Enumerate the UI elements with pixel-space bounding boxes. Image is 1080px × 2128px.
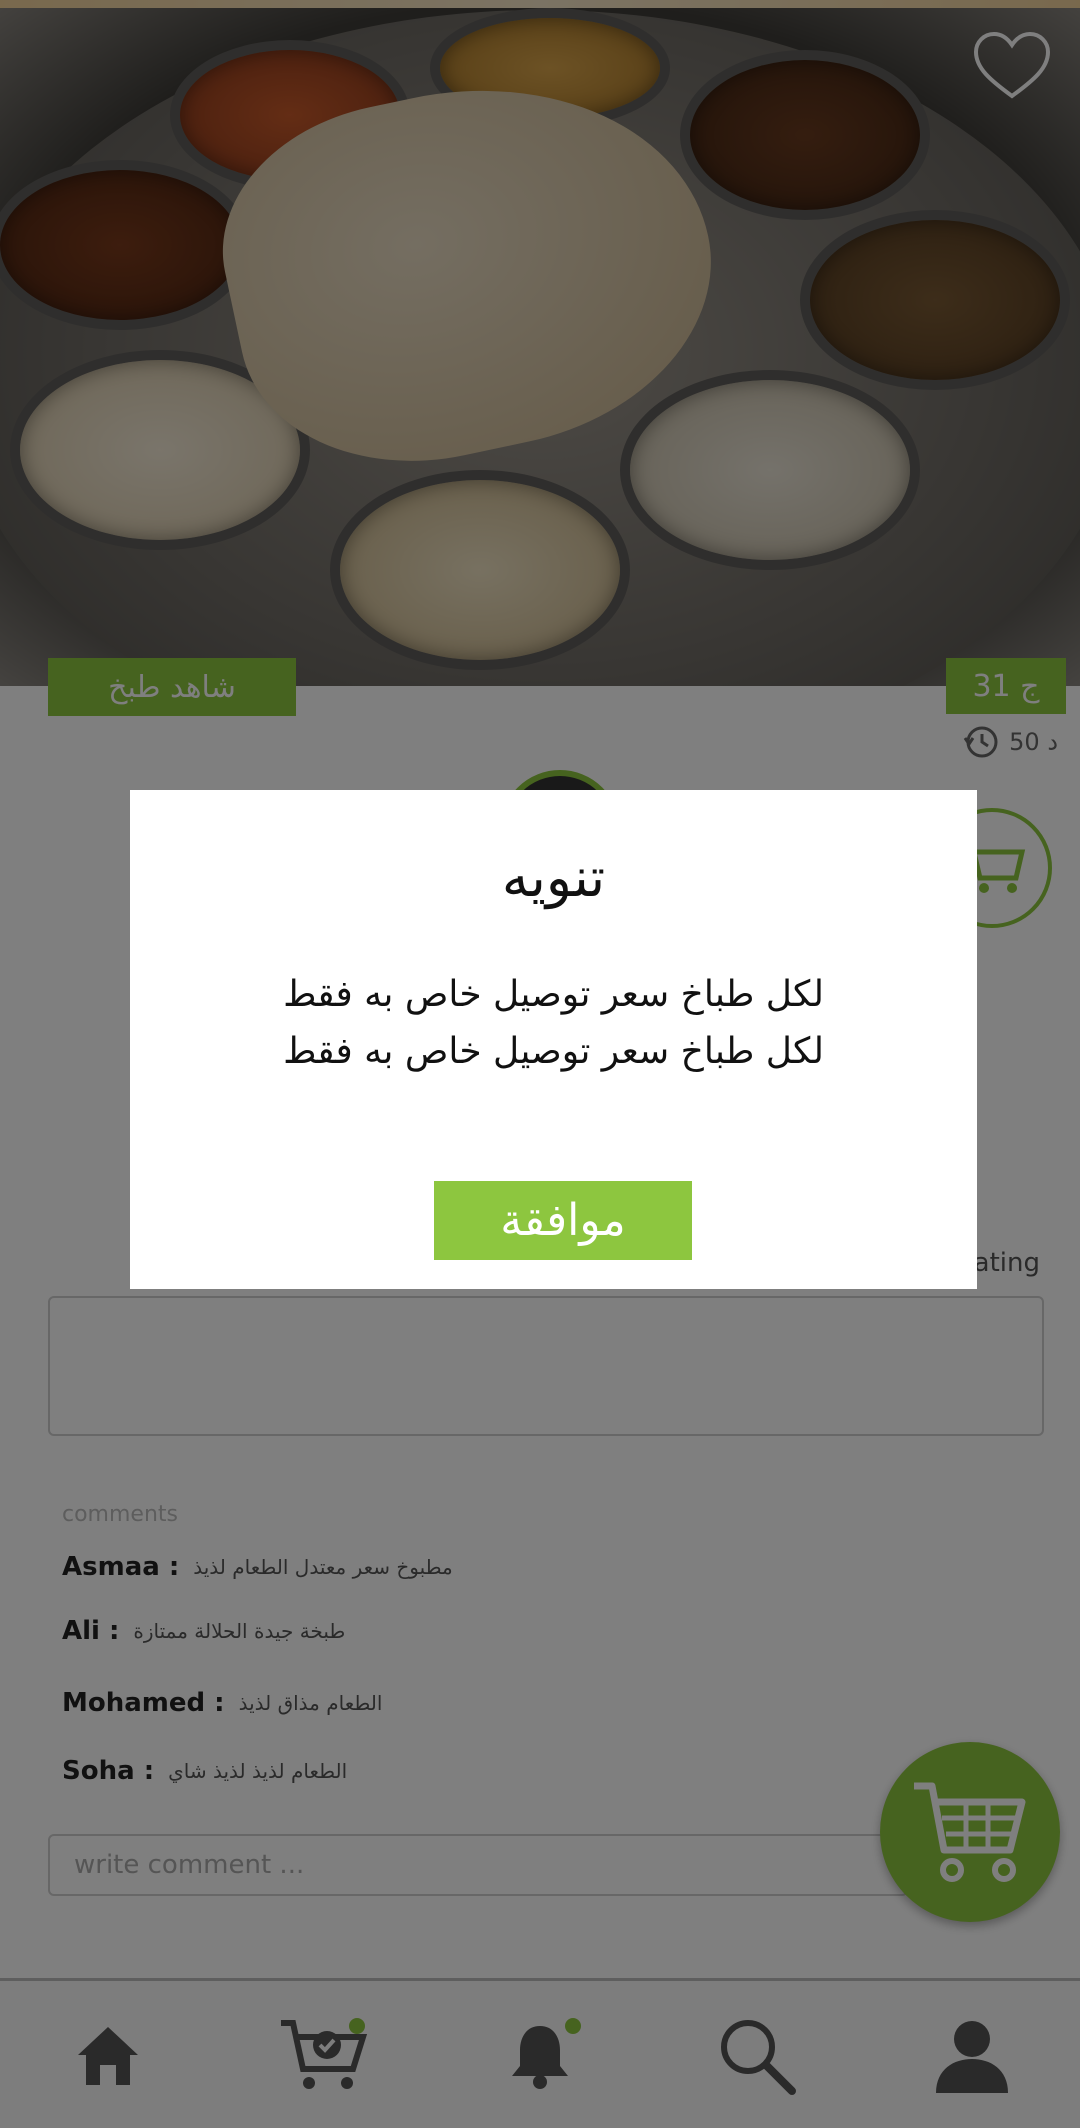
dialog-title: تنويه	[501, 846, 606, 909]
ok-button[interactable]: موافقة	[434, 1181, 692, 1260]
dialog-message-line: لكل طباخ سعر توصيل خاص به فقط	[283, 1031, 824, 1072]
dialog-message: لكل طباخ سعر توصيل خاص به فقط لكل طباخ س…	[130, 966, 977, 1080]
dialog-message-line: لكل طباخ سعر توصيل خاص به فقط	[283, 974, 824, 1015]
notice-dialog: تنويه لكل طباخ سعر توصيل خاص به فقط لكل …	[130, 790, 977, 1289]
